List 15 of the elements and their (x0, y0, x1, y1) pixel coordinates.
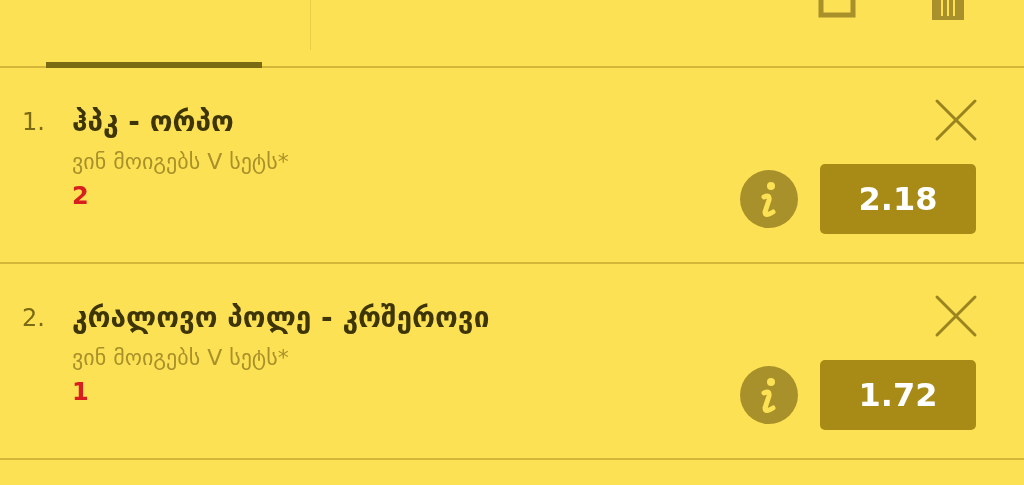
market-label: ვინ მოიგებს V სეტს* (72, 344, 290, 372)
trash-icon[interactable] (932, 0, 964, 20)
bet-number: 2. (22, 303, 46, 334)
pick-label: 2 (72, 181, 90, 212)
close-icon[interactable] (934, 294, 978, 338)
odds-button[interactable]: 2.18 (820, 164, 976, 234)
bet-number: 1. (22, 107, 46, 138)
match-title: კრალოვო პოლე - კრშეროვი (72, 300, 491, 336)
match-title: ჰპკ - ორპო (72, 104, 235, 140)
info-icon[interactable] (740, 366, 798, 424)
market-label: ვინ მოიგებს V სეტს* (72, 148, 290, 176)
info-icon[interactable] (740, 170, 798, 228)
pick-label: 1 (72, 377, 90, 408)
close-icon[interactable] (934, 98, 978, 142)
odds-button[interactable]: 1.72 (820, 360, 976, 430)
